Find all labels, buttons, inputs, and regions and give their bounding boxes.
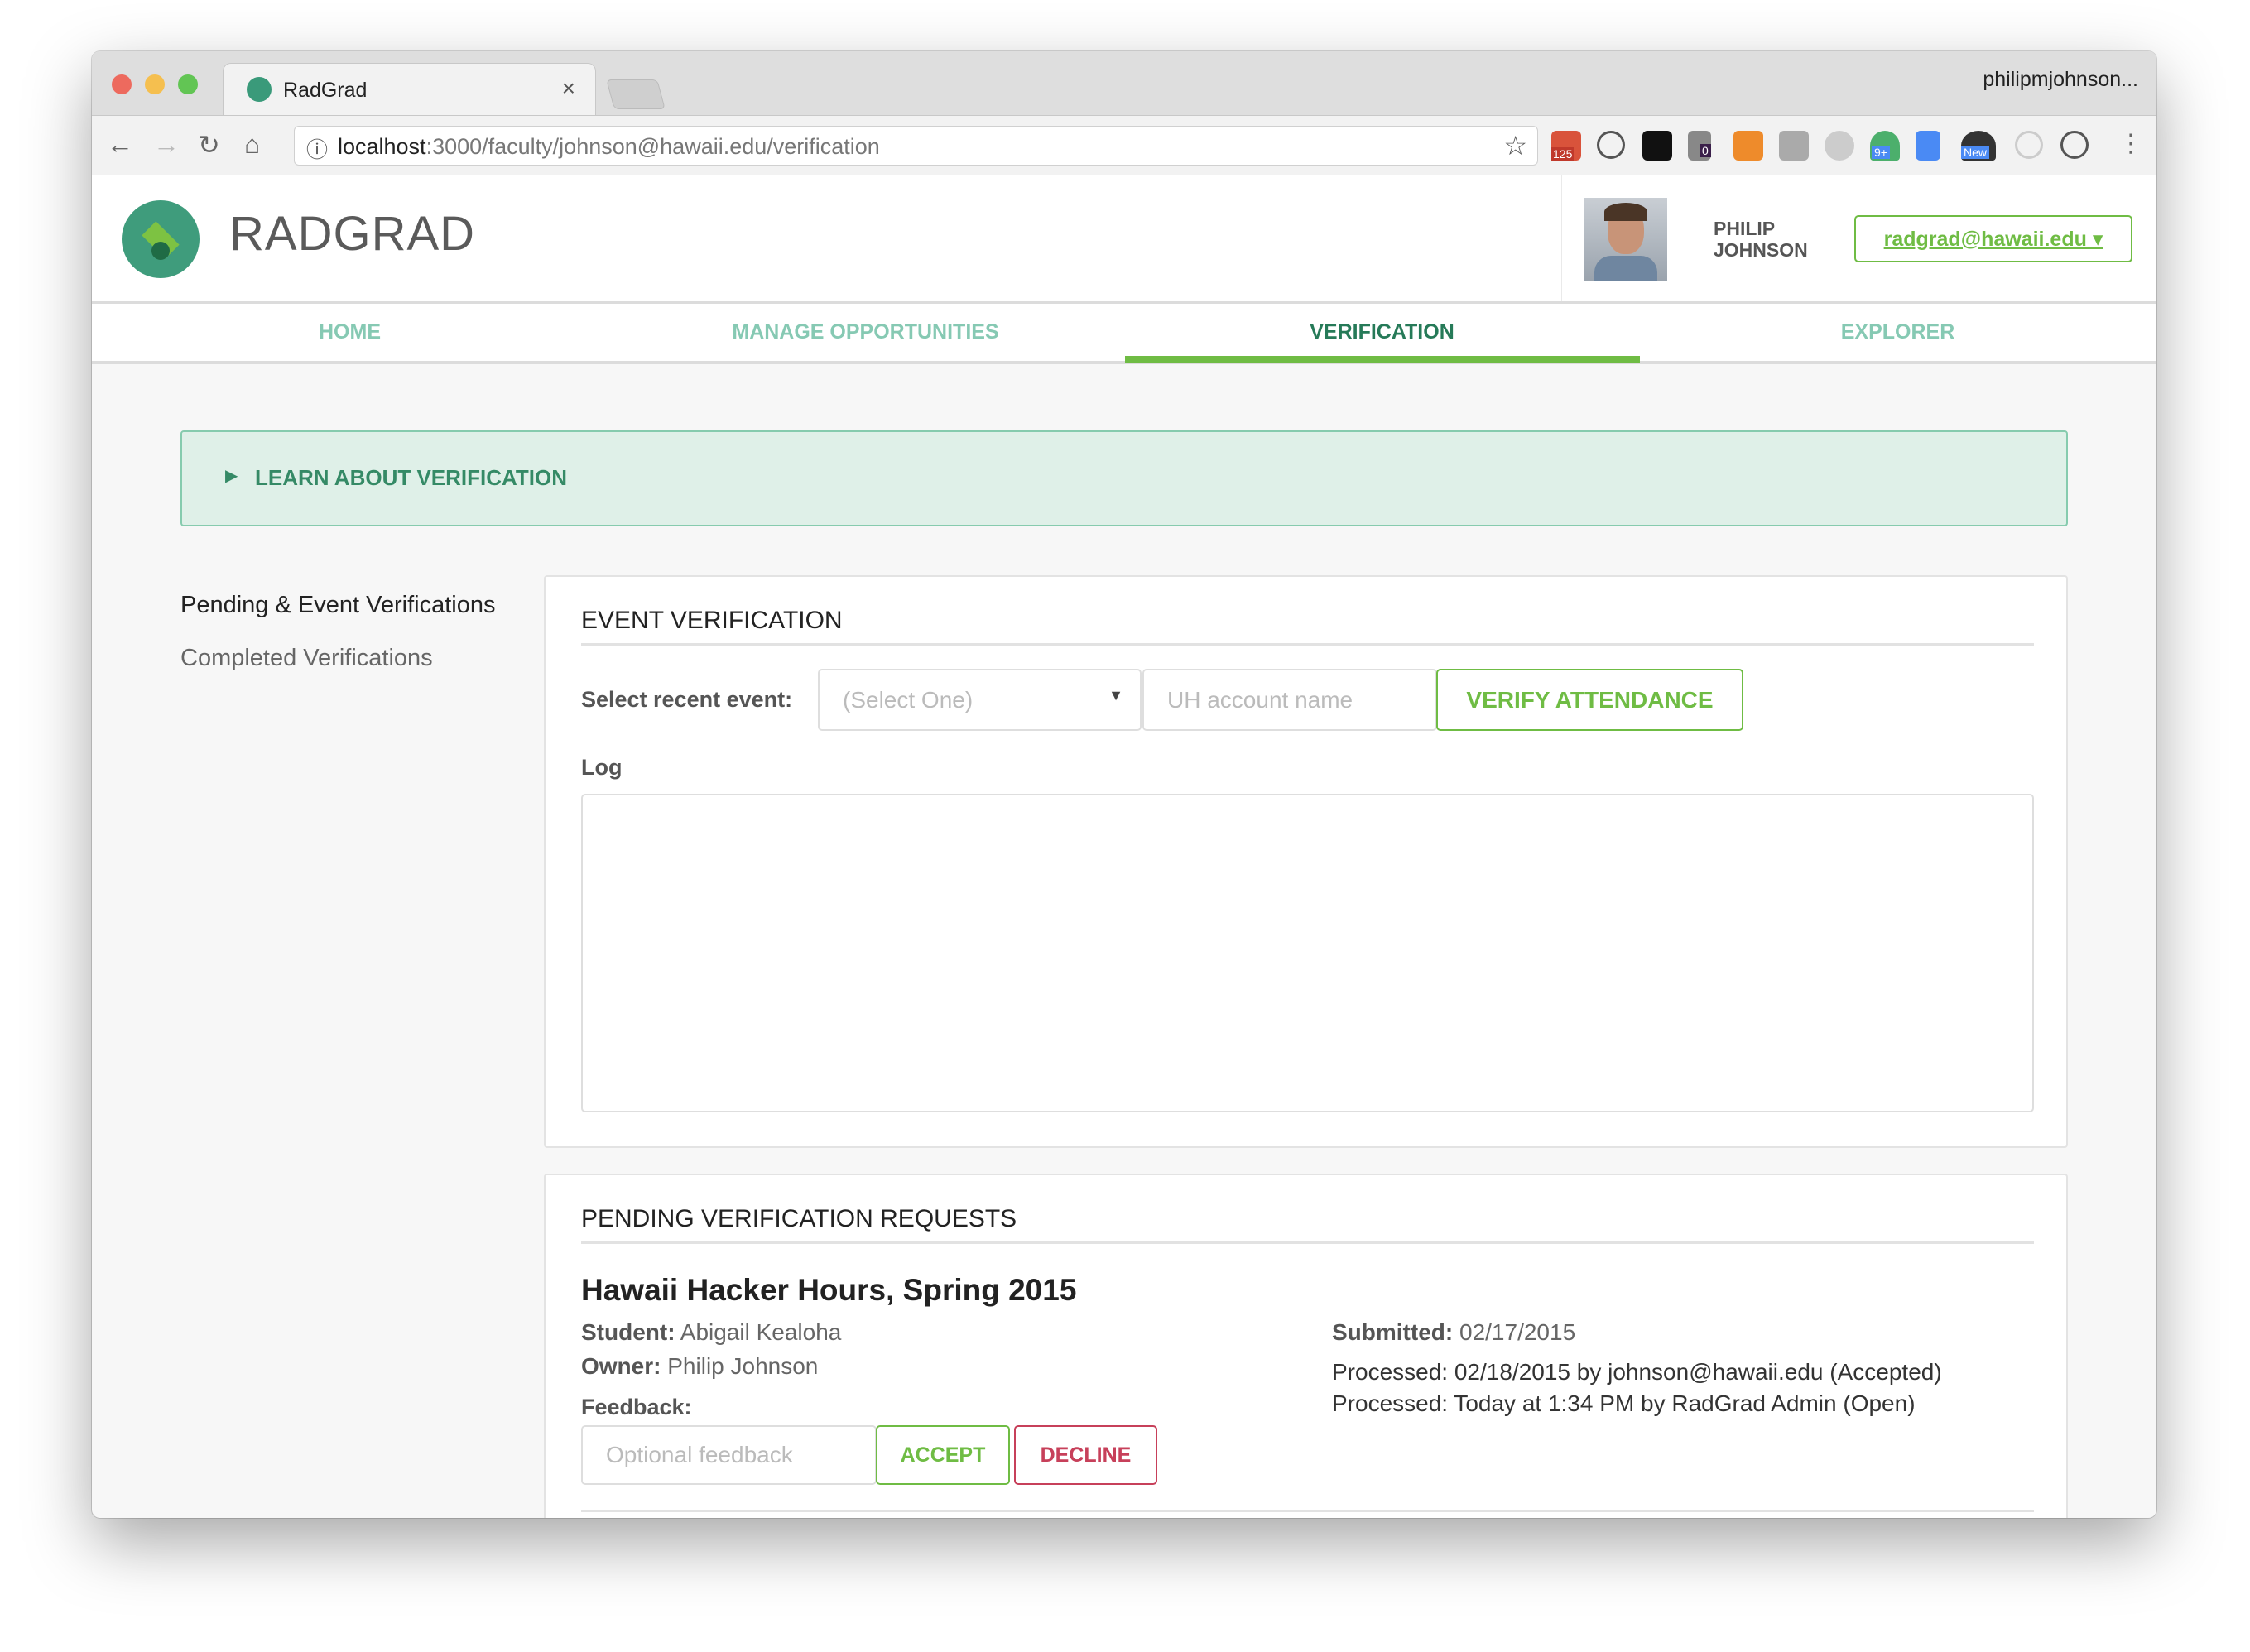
menu-kebab-icon[interactable]: ⋮	[2118, 129, 2143, 158]
extension-icon[interactable]	[1642, 131, 1672, 161]
browser-toolbar: ← → ↻ ⌂ ⓘ localhost:3000/faculty/johnson…	[92, 115, 2156, 176]
section-heading: EVENT VERIFICATION	[581, 607, 843, 634]
divider	[581, 643, 2034, 646]
owner-field: Owner: Philip Johnson	[581, 1353, 819, 1379]
browser-window: RadGrad × philipmjohnson... ← → ↻ ⌂ ⓘ lo…	[92, 51, 2156, 1518]
minimize-window-button[interactable]	[145, 74, 165, 94]
caret-right-icon: ▶	[225, 467, 238, 485]
favicon-icon	[247, 77, 272, 102]
submitted-field: Submitted: 02/17/2015	[1332, 1319, 1576, 1345]
browser-tab[interactable]: RadGrad ×	[223, 63, 596, 115]
profile-name[interactable]: philipmjohnson...	[1983, 68, 2138, 92]
new-tab-button[interactable]	[606, 79, 666, 109]
processed-entry: Processed: 02/18/2015 by johnson@hawaii.…	[1332, 1359, 1942, 1385]
extension-icon[interactable]: 0	[1688, 131, 1711, 161]
divider	[581, 1510, 2034, 1512]
recent-event-select[interactable]: (Select One) ▼	[818, 669, 1142, 731]
avatar	[1584, 198, 1667, 281]
processed-entry: Processed: Today at 1:34 PM by RadGrad A…	[1332, 1390, 1916, 1416]
app-header: RADGRAD PHILIP JOHNSON radgrad@hawaii.edu…	[92, 175, 2156, 304]
uh-account-input[interactable]: UH account name	[1142, 669, 1437, 731]
extension-icon[interactable]: New	[1961, 131, 1996, 161]
active-tab-indicator	[1125, 356, 1640, 363]
url-text: localhost:3000/faculty/johnson@hawaii.ed…	[338, 134, 880, 159]
learn-about-verification-accordion[interactable]: ▶ LEARN ABOUT VERIFICATION	[180, 430, 2068, 526]
reload-icon[interactable]: ↻	[198, 129, 220, 161]
tab-close-icon[interactable]: ×	[562, 75, 575, 102]
log-label: Log	[581, 755, 623, 780]
feedback-label: Feedback:	[581, 1395, 692, 1419]
nav-verification[interactable]: VERIFICATION	[1124, 304, 1640, 361]
extension-icon[interactable]	[1597, 131, 1625, 159]
sidebar-item-completed-verifications[interactable]: Completed Verifications	[180, 645, 433, 672]
select-event-label: Select recent event:	[581, 687, 793, 712]
verify-attendance-button[interactable]: VERIFY ATTENDANCE	[1436, 669, 1743, 731]
bookmark-star-icon[interactable]: ☆	[1503, 130, 1527, 161]
accordion-title: LEARN ABOUT VERIFICATION	[255, 465, 567, 490]
nav-explorer[interactable]: EXPLORER	[1640, 304, 2156, 361]
feedback-input[interactable]: Optional feedback	[581, 1425, 877, 1485]
account-dropdown-button[interactable]: radgrad@hawaii.edu ▾	[1854, 215, 2132, 262]
home-icon[interactable]: ⌂	[244, 129, 260, 160]
main-nav: HOME MANAGE OPPORTUNITIES VERIFICATION E…	[92, 304, 2156, 364]
pending-verification-card: PENDING VERIFICATION REQUESTS Hawaii Hac…	[544, 1174, 2068, 1518]
extension-icon[interactable]	[2060, 131, 2089, 159]
info-icon[interactable]: ⓘ	[306, 133, 328, 164]
log-textarea[interactable]	[581, 794, 2034, 1112]
extension-icon[interactable]	[1916, 131, 1940, 161]
address-bar[interactable]: ⓘ localhost:3000/faculty/johnson@hawaii.…	[294, 126, 1538, 166]
extension-icon[interactable]: 9+	[1870, 131, 1900, 161]
close-window-button[interactable]	[112, 74, 132, 94]
extension-icon[interactable]	[2015, 131, 2043, 159]
tab-title: RadGrad	[283, 79, 368, 102]
radgrad-logo[interactable]	[122, 200, 200, 278]
divider	[581, 1241, 2034, 1244]
brand-name: RADGRAD	[229, 207, 476, 261]
extension-icon[interactable]	[1779, 131, 1809, 161]
nav-home[interactable]: HOME	[92, 304, 608, 361]
extension-icon[interactable]	[1825, 131, 1854, 161]
accept-button[interactable]: ACCEPT	[876, 1425, 1010, 1485]
chevron-down-icon: ▼	[1108, 687, 1123, 704]
extension-icon[interactable]: 125	[1551, 131, 1581, 161]
nav-manage-opportunities[interactable]: MANAGE OPPORTUNITIES	[608, 304, 1123, 361]
section-heading: PENDING VERIFICATION REQUESTS	[581, 1205, 1017, 1232]
tab-bar: RadGrad × philipmjohnson...	[92, 51, 2156, 115]
decline-button[interactable]: DECLINE	[1014, 1425, 1157, 1485]
divider	[1561, 175, 1562, 301]
student-field: Student: Abigail Kealoha	[581, 1319, 842, 1345]
request-title: Hawaii Hacker Hours, Spring 2015	[581, 1273, 1077, 1307]
back-icon[interactable]: ←	[107, 129, 133, 160]
extension-icon[interactable]	[1733, 131, 1763, 161]
select-value: (Select One)	[843, 686, 974, 713]
sidebar-item-pending-event-verifications[interactable]: Pending & Event Verifications	[180, 592, 495, 619]
user-name: PHILIP JOHNSON	[1714, 218, 1808, 261]
maximize-window-button[interactable]	[178, 74, 198, 94]
forward-icon[interactable]: →	[153, 129, 180, 160]
event-verification-card: EVENT VERIFICATION Select recent event: …	[544, 575, 2068, 1148]
